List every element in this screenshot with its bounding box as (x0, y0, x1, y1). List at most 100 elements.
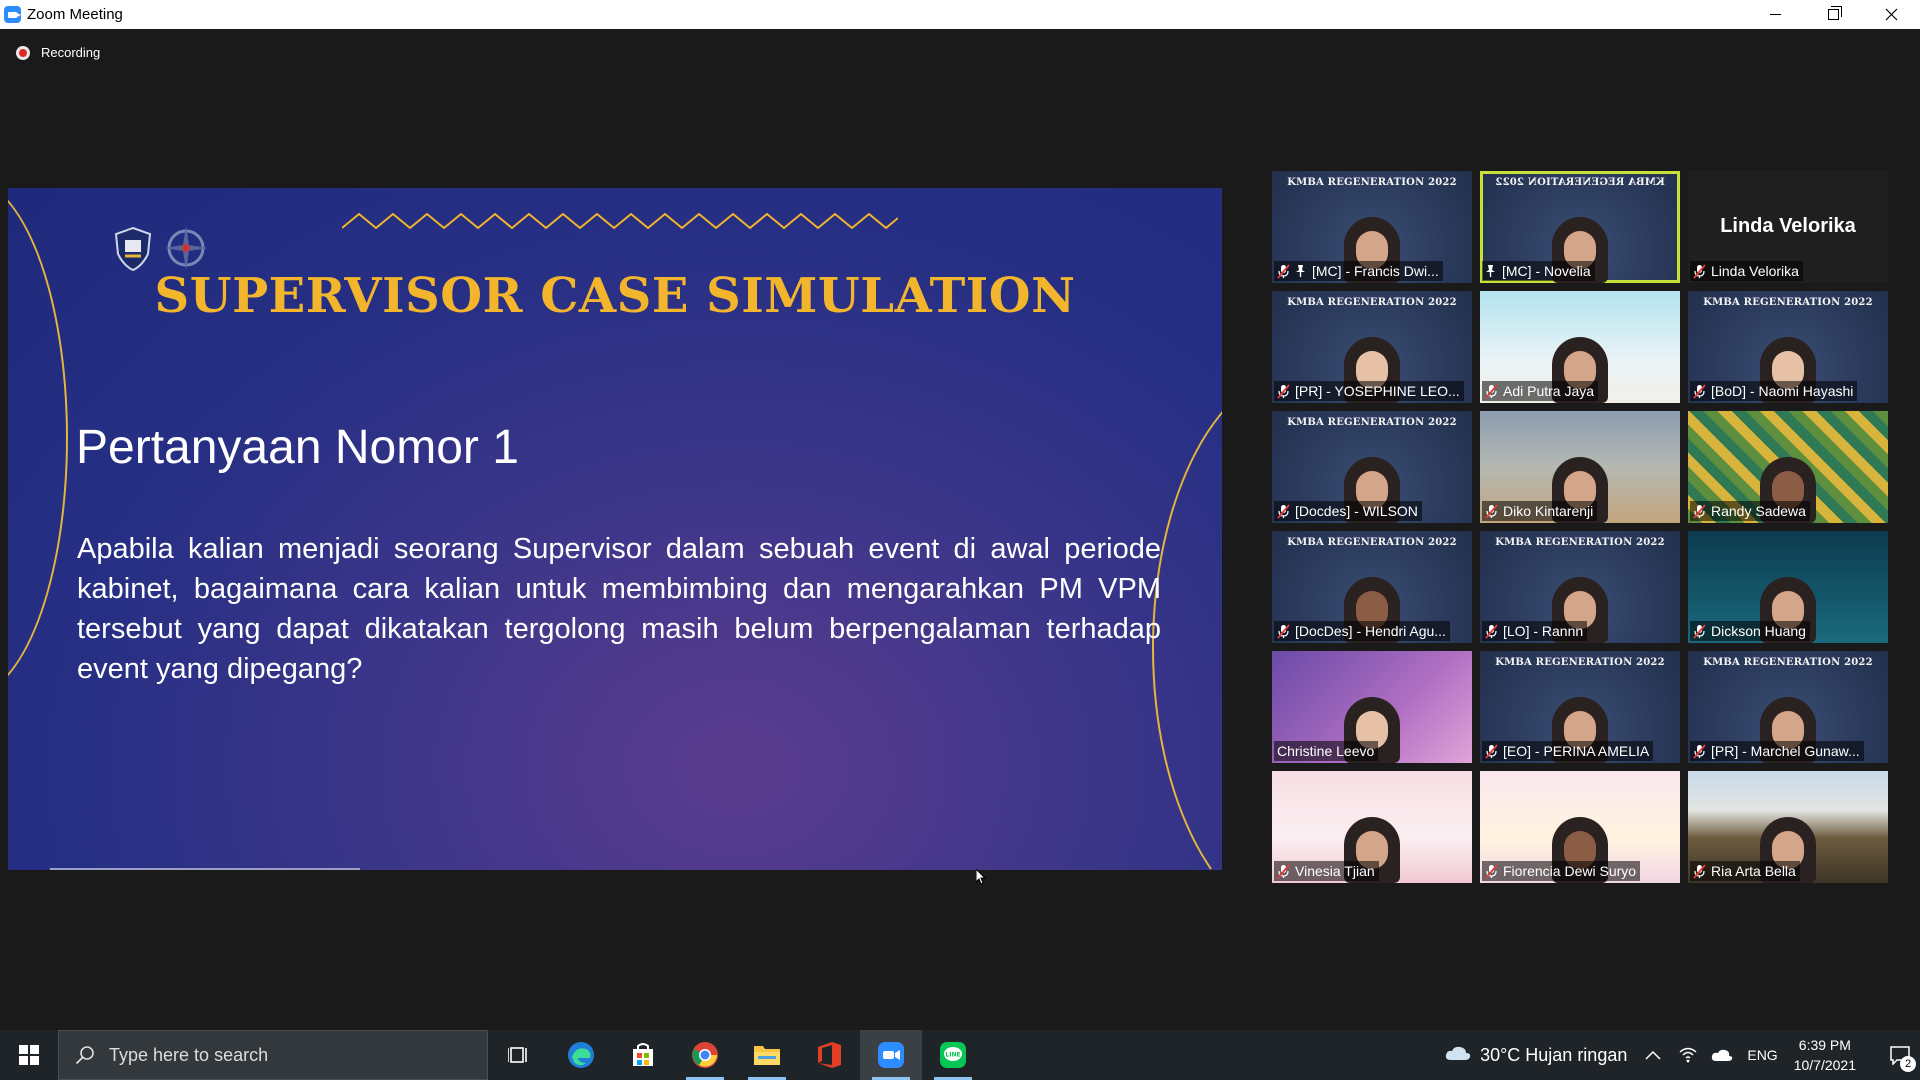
participant-name-tag: Adi Putra Jaya (1482, 381, 1599, 401)
recording-icon (16, 45, 30, 60)
task-view-button[interactable] (488, 1030, 550, 1080)
muted-mic-icon (1693, 383, 1706, 399)
edge-taskbar-button[interactable] (550, 1030, 612, 1080)
virtual-background-banner: KMBA REGENERATION 2022 (1287, 177, 1457, 188)
participant-tile[interactable]: KMBA REGENERATION 2022 [LO] - Rannn (1480, 531, 1680, 643)
muted-mic-icon (1485, 503, 1498, 519)
slide-question-text: Apabila kalian menjadi seorang Superviso… (77, 533, 1161, 685)
virtual-background-banner: KMBA REGENERATION 2022 (1287, 417, 1457, 428)
minimize-button[interactable] (1746, 0, 1804, 29)
participant-name: Christine Leevo (1277, 743, 1375, 759)
slide-bottom-line (50, 868, 360, 870)
slide-zigzag-decor (342, 212, 898, 230)
compass-logo-icon (164, 226, 208, 270)
participant-name: Adi Putra Jaya (1503, 383, 1595, 399)
participant-name-tag: Christine Leevo (1274, 741, 1379, 761)
muted-mic-icon (1485, 863, 1498, 879)
participant-tile[interactable]: KMBA REGENERATION 2022 [MC] - Novelia (1480, 171, 1680, 283)
restore-button[interactable] (1804, 0, 1862, 29)
svg-text:LINE: LINE (945, 1052, 960, 1059)
participant-name-tag: [EO] - PERINA AMELIA (1482, 741, 1654, 761)
participant-name-tag: [PR] - YOSEPHINE LEO... (1274, 381, 1464, 401)
slide-title: SUPERVISOR CASE SIMULATION (154, 268, 1076, 324)
language-indicator[interactable]: ENG (1747, 1047, 1777, 1063)
muted-mic-icon (1485, 623, 1498, 639)
weather-widget[interactable]: 30°C Hujan ringan (1444, 1044, 1627, 1066)
participant-name: [BoD] - Naomi Hayashi (1711, 383, 1854, 399)
taskbar-search-box[interactable]: Type here to search (58, 1030, 488, 1080)
start-button[interactable] (0, 1030, 58, 1080)
zoom-taskbar-button[interactable] (860, 1030, 922, 1080)
weather-text: 30°C Hujan ringan (1480, 1044, 1628, 1065)
participant-name: Ria Arta Bella (1711, 863, 1796, 879)
close-button[interactable] (1862, 0, 1920, 29)
participant-tile[interactable]: Vinesia Tjian (1272, 771, 1472, 883)
spotlight-pin-icon (1486, 265, 1495, 277)
line-icon: LINE (940, 1042, 966, 1068)
search-icon (75, 1046, 94, 1065)
participant-tile[interactable]: Ria Arta Bella (1688, 771, 1888, 883)
participant-tile[interactable]: KMBA REGENERATION 2022 [PR] - YOSEPHINE L… (1272, 291, 1472, 403)
participant-tile[interactable]: Fiorencia Dewi Suryo (1480, 771, 1680, 883)
participant-tile[interactable]: Christine Leevo (1272, 651, 1472, 763)
participant-name: [PR] - YOSEPHINE LEO... (1295, 383, 1460, 399)
window-title: Zoom Meeting (27, 6, 123, 23)
office-icon (818, 1042, 841, 1068)
file-explorer-icon (754, 1046, 780, 1065)
participant-tile[interactable]: Randy Sadewa (1688, 411, 1888, 523)
zoom-icon (878, 1042, 904, 1068)
participant-tile[interactable]: Adi Putra Jaya (1480, 291, 1680, 403)
clock-date: 10/7/2021 (1793, 1057, 1856, 1073)
windows-taskbar: Type here to search LINE 30°C Hujan ring… (0, 1030, 1920, 1080)
recording-label: Recording (41, 45, 101, 60)
participant-tile[interactable]: KMBA REGENERATION 2022 [Docdes] - WILSON (1272, 411, 1472, 523)
zoom-app-icon (4, 6, 21, 23)
participant-tile[interactable]: Linda Velorika Linda Velorika (1688, 171, 1888, 283)
slide-subtitle: Pertanyaan Nomor 1 (76, 421, 519, 474)
minimize-icon (1769, 14, 1781, 15)
participant-name-tag: Randy Sadewa (1690, 501, 1810, 521)
participant-tile[interactable]: KMBA REGENERATION 2022 [PR] - Marchel Gun… (1688, 651, 1888, 763)
participant-name: [DocDes] - Hendri Agu... (1295, 623, 1446, 639)
wifi-icon[interactable] (1679, 1047, 1697, 1063)
muted-mic-icon (1277, 623, 1290, 639)
taskbar-clock[interactable]: 6:39 PM 10/7/2021 (1794, 1035, 1856, 1075)
muted-mic-icon (1485, 383, 1498, 399)
shared-screen-slide: SUPERVISOR CASE SIMULATION Pertanyaan No… (8, 188, 1222, 870)
participant-name-tag: [BoD] - Naomi Hayashi (1690, 381, 1858, 401)
chrome-taskbar-button[interactable] (674, 1030, 736, 1080)
muted-mic-icon (1277, 383, 1290, 399)
participant-tile[interactable]: Diko Kintarenji (1480, 411, 1680, 523)
participant-tile[interactable]: Dickson Huang (1688, 531, 1888, 643)
store-taskbar-button[interactable] (612, 1030, 674, 1080)
participant-name: [MC] - Francis Dwi... (1312, 263, 1439, 279)
virtual-background-banner: KMBA REGENERATION 2022 (1495, 177, 1665, 188)
search-placeholder: Type here to search (109, 1044, 269, 1065)
participant-name-tag: [Docdes] - WILSON (1274, 501, 1422, 521)
participant-tile[interactable]: KMBA REGENERATION 2022 [DocDes] - Hendri … (1272, 531, 1472, 643)
line-taskbar-button[interactable]: LINE (922, 1030, 984, 1080)
participant-name-tag: Fiorencia Dewi Suryo (1482, 861, 1641, 881)
participant-name: Dickson Huang (1711, 623, 1806, 639)
edge-icon (568, 1042, 594, 1068)
participant-name: [LO] - Rannn (1503, 623, 1584, 639)
virtual-background-banner: KMBA REGENERATION 2022 (1287, 537, 1457, 548)
slide-decor-arc-right (1152, 368, 1222, 870)
task-view-icon (508, 1047, 527, 1063)
virtual-background-banner: KMBA REGENERATION 2022 (1495, 657, 1665, 668)
muted-mic-icon (1693, 263, 1706, 279)
participant-name: [Docdes] - WILSON (1295, 503, 1418, 519)
participant-tile[interactable]: KMBA REGENERATION 2022 [MC] - Francis Dwi… (1272, 171, 1472, 283)
participant-display-name: Linda Velorika (1720, 215, 1856, 237)
recording-indicator[interactable]: Recording (16, 45, 100, 60)
chevron-up-icon[interactable] (1645, 1050, 1661, 1060)
window-titlebar: Zoom Meeting (0, 0, 1920, 29)
file-explorer-taskbar-button[interactable] (736, 1030, 798, 1080)
participant-name-tag: Dickson Huang (1690, 621, 1810, 641)
onedrive-cloud-icon[interactable] (1711, 1048, 1733, 1062)
participant-tile[interactable]: KMBA REGENERATION 2022 [BoD] - Naomi Haya… (1688, 291, 1888, 403)
notification-center-button[interactable]: 2 (1880, 1030, 1920, 1080)
participant-tile[interactable]: KMBA REGENERATION 2022 [EO] - PERINA AMEL… (1480, 651, 1680, 763)
clock-time: 6:39 PM (1798, 1037, 1851, 1053)
office-taskbar-button[interactable] (798, 1030, 860, 1080)
